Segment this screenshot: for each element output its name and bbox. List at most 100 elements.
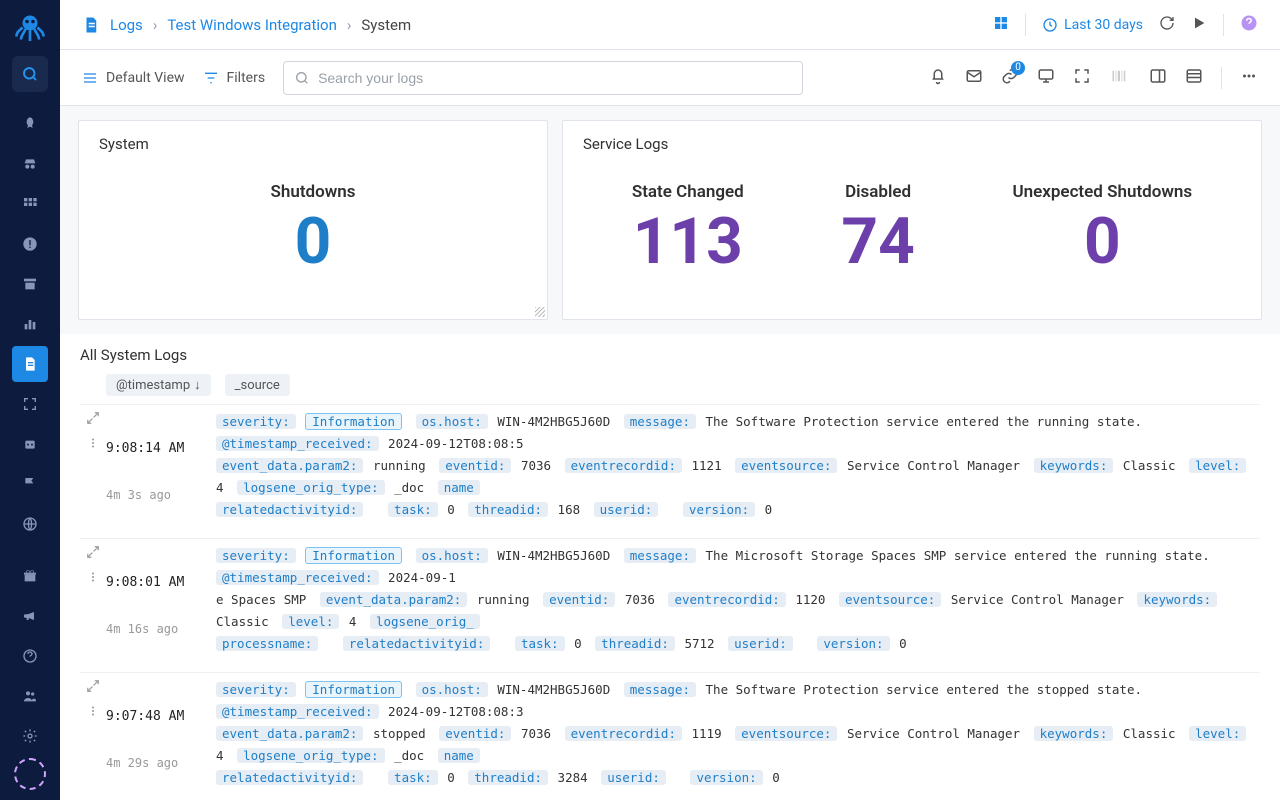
kv-key[interactable]: message: bbox=[624, 548, 696, 563]
team-nav-icon[interactable] bbox=[12, 678, 48, 714]
flag-nav-icon[interactable] bbox=[12, 466, 48, 502]
grid-nav-icon[interactable] bbox=[12, 186, 48, 222]
kv-key[interactable]: level: bbox=[282, 614, 339, 629]
panel-right-icon[interactable] bbox=[1149, 67, 1167, 89]
gear-nav-icon[interactable] bbox=[12, 718, 48, 754]
globe-nav-icon[interactable] bbox=[12, 506, 48, 542]
breadcrumb-integration[interactable]: Test Windows Integration bbox=[167, 16, 337, 34]
row-more-icon[interactable] bbox=[86, 436, 100, 453]
kv-key[interactable]: @timestamp_received: bbox=[216, 704, 379, 719]
kv-key[interactable]: version: bbox=[690, 770, 762, 785]
mail-icon[interactable] bbox=[965, 67, 983, 89]
kv-key[interactable]: severity: bbox=[216, 548, 296, 563]
rocket-nav-icon[interactable] bbox=[12, 106, 48, 142]
kv-key[interactable]: event_data.param2: bbox=[216, 726, 363, 741]
kv-key[interactable]: version: bbox=[683, 502, 755, 517]
kv-val: 3284 bbox=[558, 770, 588, 785]
kv-key[interactable]: eventsource: bbox=[735, 458, 837, 473]
kv-key[interactable]: severity: bbox=[216, 414, 296, 429]
divider bbox=[1223, 14, 1224, 36]
expand-row-icon[interactable] bbox=[86, 411, 100, 428]
incognito-nav-icon[interactable] bbox=[12, 146, 48, 182]
logs-nav-icon[interactable] bbox=[12, 346, 48, 382]
kv-key[interactable]: eventsource: bbox=[839, 592, 941, 607]
kv-key[interactable]: eventrecordid: bbox=[565, 726, 682, 741]
kv-key[interactable]: os.host: bbox=[416, 414, 488, 429]
time-range-picker[interactable]: Last 30 days bbox=[1042, 17, 1143, 33]
kv-key[interactable]: threadid: bbox=[468, 770, 548, 785]
kv-key[interactable]: eventid: bbox=[439, 726, 511, 741]
chart-nav-icon[interactable] bbox=[12, 306, 48, 342]
kv-key[interactable]: eventid: bbox=[543, 592, 615, 607]
alert-nav-icon[interactable] bbox=[12, 226, 48, 262]
kv-key[interactable]: message: bbox=[624, 414, 696, 429]
kv-key[interactable]: level: bbox=[1189, 726, 1246, 741]
kv-key[interactable]: os.host: bbox=[416, 548, 488, 563]
log-row[interactable]: 9:07:48 AM 4m 29s ago severity: Informat… bbox=[80, 672, 1260, 800]
kv-key[interactable]: @timestamp_received: bbox=[216, 436, 379, 451]
log-row[interactable]: 9:08:01 AM 4m 16s ago severity: Informat… bbox=[80, 538, 1260, 672]
play-icon[interactable] bbox=[1191, 15, 1207, 35]
help-nav-icon[interactable] bbox=[12, 638, 48, 674]
bell-icon[interactable] bbox=[929, 67, 947, 89]
row-more-icon[interactable] bbox=[86, 704, 100, 721]
archive-nav-icon[interactable] bbox=[12, 266, 48, 302]
fullscreen-nav-icon[interactable] bbox=[12, 386, 48, 422]
kv-key[interactable]: eventrecordid: bbox=[565, 458, 682, 473]
kv-key[interactable]: eventrecordid: bbox=[668, 592, 785, 607]
source-cell: severity: Information os.host: WIN-4M2HB… bbox=[216, 679, 1260, 800]
apps-icon[interactable] bbox=[993, 15, 1009, 35]
kv-key[interactable]: eventsource: bbox=[735, 726, 837, 741]
kv-key[interactable]: message: bbox=[624, 682, 696, 697]
kv-key[interactable]: eventid: bbox=[439, 458, 511, 473]
row-more-icon[interactable] bbox=[86, 570, 100, 587]
breadcrumb-logs[interactable]: Logs bbox=[110, 16, 143, 34]
kv-key[interactable]: os.host: bbox=[416, 682, 488, 697]
severity-badge: Information bbox=[305, 681, 402, 698]
kv-key[interactable]: threadid: bbox=[595, 636, 675, 651]
kv-key[interactable]: task: bbox=[388, 502, 438, 517]
col-timestamp[interactable]: @timestamp ↓ bbox=[106, 374, 211, 396]
default-view-button[interactable]: Default View bbox=[82, 70, 185, 86]
kv-val: Service Control Manager bbox=[847, 458, 1020, 473]
more-icon[interactable] bbox=[1240, 67, 1258, 89]
refresh-icon[interactable] bbox=[1159, 15, 1175, 35]
col-source[interactable]: _source bbox=[225, 374, 290, 396]
expand-row-icon[interactable] bbox=[86, 545, 100, 562]
kv-key[interactable]: event_data.param2: bbox=[320, 592, 467, 607]
kv-key[interactable]: task: bbox=[515, 636, 565, 651]
kv-key[interactable]: keywords: bbox=[1137, 592, 1217, 607]
gift-nav-icon[interactable] bbox=[12, 558, 48, 594]
search-input[interactable] bbox=[318, 70, 792, 86]
megaphone-nav-icon[interactable] bbox=[12, 598, 48, 634]
divider bbox=[1025, 14, 1026, 36]
user-avatar[interactable] bbox=[14, 758, 46, 790]
kv-key[interactable]: keywords: bbox=[1034, 458, 1114, 473]
list-icon[interactable] bbox=[1185, 67, 1203, 89]
kv-key[interactable]: logsene_orig_type: bbox=[237, 748, 384, 763]
resize-handle[interactable] bbox=[535, 307, 545, 317]
kv-key[interactable]: keywords: bbox=[1034, 726, 1114, 741]
kv-val: 1120 bbox=[795, 592, 825, 607]
expand-row-icon[interactable] bbox=[86, 679, 100, 696]
kv-key[interactable]: logsene_orig_type: bbox=[237, 480, 384, 495]
kv-key[interactable]: threadid: bbox=[468, 502, 548, 517]
help-icon[interactable] bbox=[1240, 14, 1258, 36]
kv-key[interactable]: level: bbox=[1189, 458, 1246, 473]
robot-nav-icon[interactable] bbox=[12, 426, 48, 462]
monitor-icon[interactable] bbox=[1037, 67, 1055, 89]
filters-button[interactable]: Filters bbox=[203, 70, 266, 86]
search-nav-icon[interactable] bbox=[12, 56, 48, 92]
kv-key[interactable]: version: bbox=[817, 636, 889, 651]
kv-key[interactable]: severity: bbox=[216, 682, 296, 697]
log-row[interactable]: 9:08:14 AM 4m 3s ago severity: Informati… bbox=[80, 404, 1260, 538]
kv-key[interactable]: @timestamp_received: bbox=[216, 570, 379, 585]
link-icon[interactable]: 0 bbox=[1001, 67, 1019, 89]
kv-key[interactable]: event_data.param2: bbox=[216, 458, 363, 473]
barcode-icon[interactable] bbox=[1109, 67, 1131, 89]
kv-val: 1119 bbox=[692, 726, 722, 741]
source-cell: severity: Information os.host: WIN-4M2HB… bbox=[216, 545, 1260, 666]
expand-icon[interactable] bbox=[1073, 67, 1091, 89]
kv-key[interactable]: task: bbox=[388, 770, 438, 785]
row-icons bbox=[80, 545, 106, 666]
